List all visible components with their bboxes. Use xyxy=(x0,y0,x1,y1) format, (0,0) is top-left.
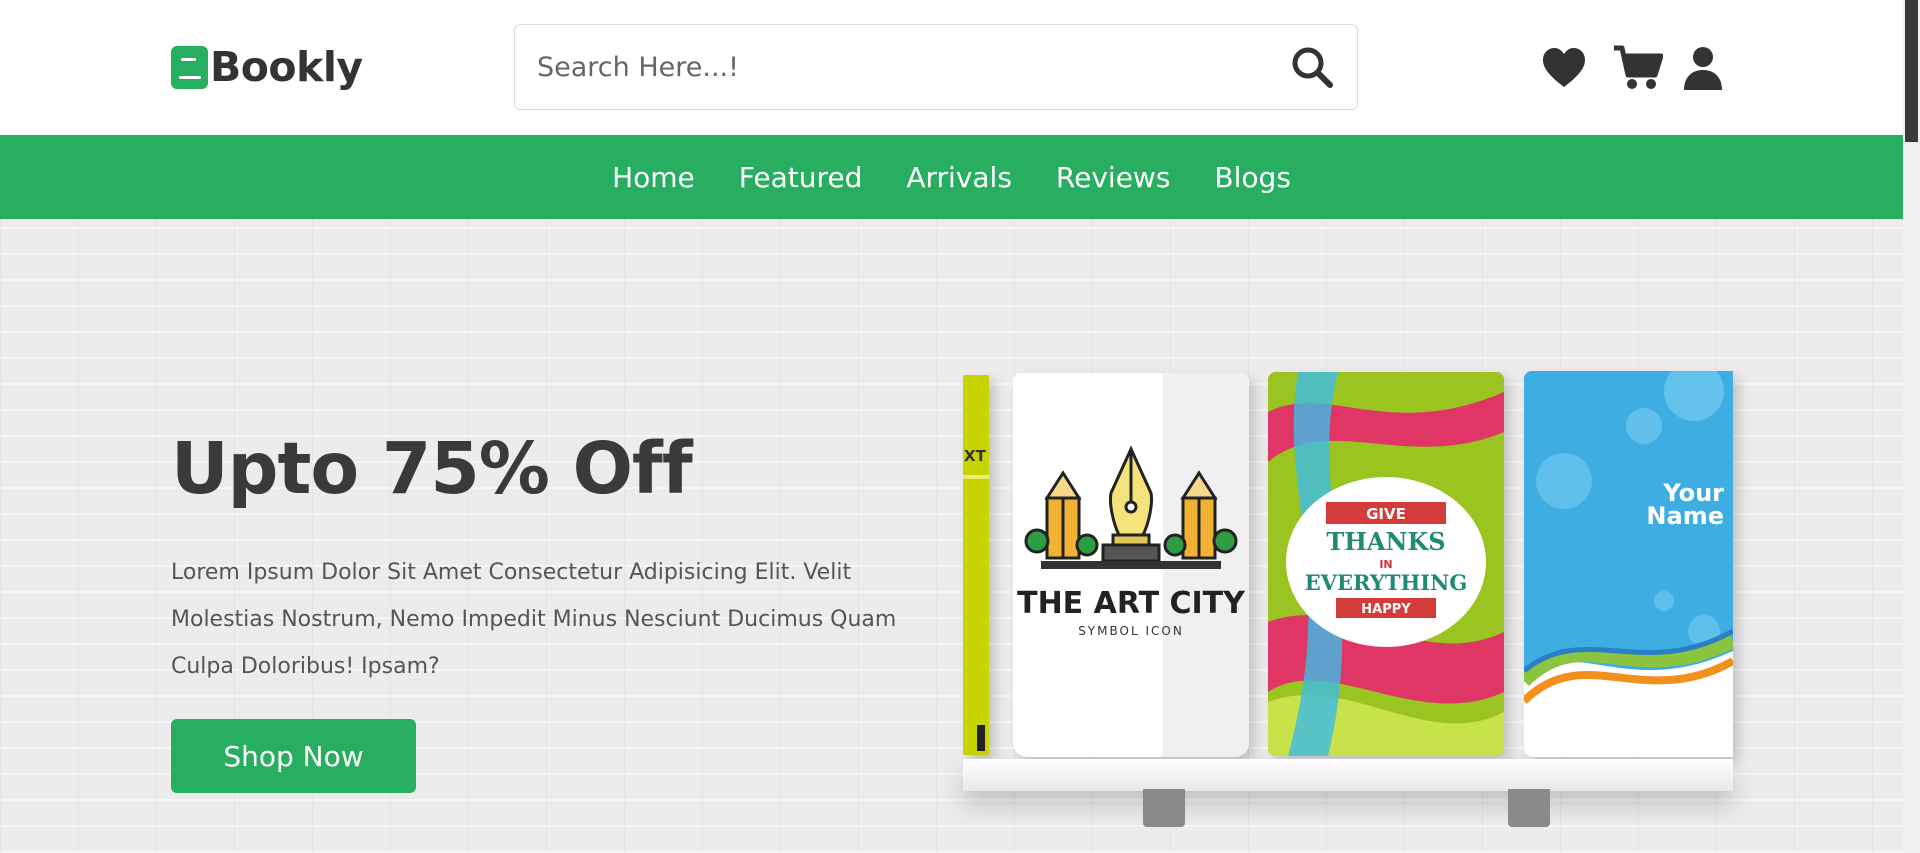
your-name-cover: Your Name xyxy=(1524,371,1733,757)
page-scrollbar[interactable] xyxy=(1903,0,1920,853)
site-header: Bookly xyxy=(0,0,1903,135)
book-icon xyxy=(171,45,208,89)
scrollbar-thumb[interactable] xyxy=(1905,0,1918,142)
give-thanks-cover: GIVE THANKS IN EVERYTHING HAPPY xyxy=(1268,372,1504,756)
heart-icon xyxy=(1543,48,1585,87)
book-cover-art-city[interactable]: THE ART CITY SYMBOL ICON xyxy=(1013,373,1249,757)
book-edge-art: XT xyxy=(963,375,989,755)
wishlist-button[interactable] xyxy=(1540,40,1588,96)
art-city-cover: THE ART CITY SYMBOL ICON xyxy=(1013,373,1249,757)
header-icons xyxy=(1540,40,1724,96)
art-city-title: THE ART CITY xyxy=(1017,586,1246,621)
main-nav: Home Featured Arrivals Reviews Blogs xyxy=(0,135,1903,219)
book-cover-give-thanks[interactable]: GIVE THANKS IN EVERYTHING HAPPY xyxy=(1268,372,1504,756)
search-button[interactable] xyxy=(1267,25,1357,109)
hero-description: Lorem Ipsum Dolor Sit Amet Consectetur A… xyxy=(171,560,897,679)
nav-home[interactable]: Home xyxy=(612,161,695,194)
book-edge-text: XT xyxy=(964,447,987,465)
book-cover-edge[interactable]: XT xyxy=(963,375,989,755)
thanks-line5: HAPPY xyxy=(1361,602,1411,617)
user-icon xyxy=(1684,47,1722,90)
logo[interactable]: Bookly xyxy=(171,42,363,92)
book-cover-your-name[interactable]: Your Name xyxy=(1524,371,1733,757)
thanks-line4: EVERYTHING xyxy=(1305,570,1468,595)
nav-reviews[interactable]: Reviews xyxy=(1056,161,1171,194)
shop-now-button[interactable]: Shop Now xyxy=(171,719,416,793)
hero-banner: Upto 75% Off Lorem Ipsum Dolor Sit Amet … xyxy=(0,219,1903,853)
nav-blogs[interactable]: Blogs xyxy=(1214,161,1290,194)
search-input[interactable] xyxy=(515,25,1267,109)
cart-button[interactable] xyxy=(1612,40,1664,96)
cart-icon xyxy=(1614,45,1663,89)
search-bar xyxy=(514,24,1358,110)
your-name-line2: Name xyxy=(1646,502,1724,530)
shelf-bracket-left xyxy=(1143,789,1185,827)
account-button[interactable] xyxy=(1682,40,1724,96)
art-city-subtitle: SYMBOL ICON xyxy=(1078,624,1184,638)
nav-arrivals[interactable]: Arrivals xyxy=(906,161,1012,194)
bookshelf-illustration: XT THE ART CITY SYMBOL ICON GIVE THANKS … xyxy=(963,349,1733,853)
nav-featured[interactable]: Featured xyxy=(739,161,863,194)
search-icon xyxy=(1292,47,1333,88)
shelf-board xyxy=(963,759,1733,791)
shelf-bracket-right xyxy=(1508,789,1550,827)
logo-text: Bookly xyxy=(210,43,363,91)
thanks-line2: THANKS xyxy=(1326,527,1445,556)
hero-title: Upto 75% Off xyxy=(171,427,693,510)
thanks-line1: GIVE xyxy=(1366,505,1406,523)
